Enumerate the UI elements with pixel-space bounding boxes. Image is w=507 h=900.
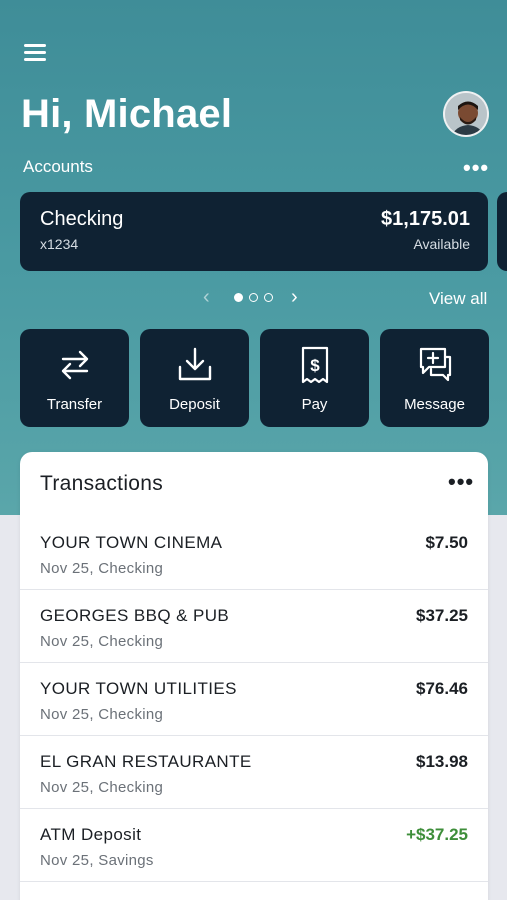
transaction-name: YOUR TOWN UTILITIES [40, 679, 237, 698]
message-add-icon [380, 345, 489, 385]
greeting-title: Hi, Michael [21, 92, 233, 136]
user-avatar[interactable] [443, 91, 489, 137]
transaction-meta: Nov 25, Checking [40, 633, 164, 650]
transaction-name: EL GRAN RESTAURANTE [40, 752, 252, 771]
svg-text:$: $ [310, 356, 320, 375]
account-number: x1234 [40, 236, 79, 252]
account-name: Checking [40, 208, 124, 230]
transaction-amount: $37.25 [416, 606, 468, 625]
chevron-left-icon[interactable]: ‹ [203, 286, 210, 309]
transaction-row[interactable]: ATM Deposit Nov 25, Savings +$37.25 [20, 809, 488, 882]
pager-dot[interactable] [264, 293, 273, 302]
transaction-meta: Nov 25, Checking [40, 560, 164, 577]
transfer-label: Transfer [46, 396, 103, 413]
transactions-title: Transactions [40, 472, 164, 495]
transaction-meta: Nov 25, Savings [40, 852, 154, 869]
account-card-checking[interactable]: Checking x1234 $1,175.01 Available [20, 192, 488, 271]
transaction-amount: $7.50 [425, 533, 468, 552]
account-card-next-peek[interactable] [497, 192, 507, 271]
transaction-meta: Nov 25, Checking [40, 779, 164, 796]
deposit-button[interactable]: Deposit [140, 329, 249, 427]
quick-actions: Transfer Deposit $ Pay Message [20, 329, 490, 428]
view-all-link[interactable]: View all [429, 289, 487, 309]
account-balance: $1,175.01 [381, 208, 470, 230]
transaction-row[interactable]: GEORGES BBQ & PUB Nov 25, Checking $37.2… [20, 590, 488, 663]
pager-dot-active[interactable] [234, 293, 243, 302]
accounts-section-label: Accounts [23, 157, 93, 176]
transaction-amount: $13.98 [416, 752, 468, 771]
transactions-more-icon[interactable]: ••• [448, 469, 474, 495]
message-button[interactable]: Message [380, 329, 489, 427]
pager-dot[interactable] [249, 293, 258, 302]
transaction-amount: $76.46 [416, 679, 468, 698]
transaction-name: ATM Deposit [40, 825, 142, 844]
account-pager: ‹ › [203, 286, 303, 308]
transactions-card: Transactions ••• YOUR TOWN CINEMA Nov 25… [20, 452, 488, 900]
transaction-row[interactable]: YOUR TOWN CINEMA Nov 25, Checking $7.50 [20, 517, 488, 590]
transaction-name: YOUR TOWN CINEMA [40, 533, 223, 552]
hamburger-menu-icon[interactable] [24, 44, 46, 64]
message-label: Message [404, 396, 465, 413]
transaction-amount-credit: +$37.25 [406, 825, 468, 844]
transaction-name: GEORGES BBQ & PUB [40, 606, 230, 625]
pay-button[interactable]: $ Pay [260, 329, 369, 427]
transaction-row[interactable]: YOUR TOWN UTILITIES Nov 25, Checking $76… [20, 663, 488, 736]
accounts-more-icon[interactable]: ••• [463, 155, 489, 181]
transfer-arrows-icon [20, 345, 129, 385]
deposit-download-icon [140, 345, 249, 385]
pay-receipt-icon: $ [260, 345, 369, 385]
account-balance-label: Available [413, 236, 470, 252]
transfer-button[interactable]: Transfer [20, 329, 129, 427]
deposit-label: Deposit [169, 396, 220, 413]
transaction-row[interactable]: EL GRAN RESTAURANTE Nov 25, Checking $13… [20, 736, 488, 809]
transaction-meta: Nov 25, Checking [40, 706, 164, 723]
chevron-right-icon[interactable]: › [291, 286, 298, 309]
pay-label: Pay [301, 396, 328, 413]
